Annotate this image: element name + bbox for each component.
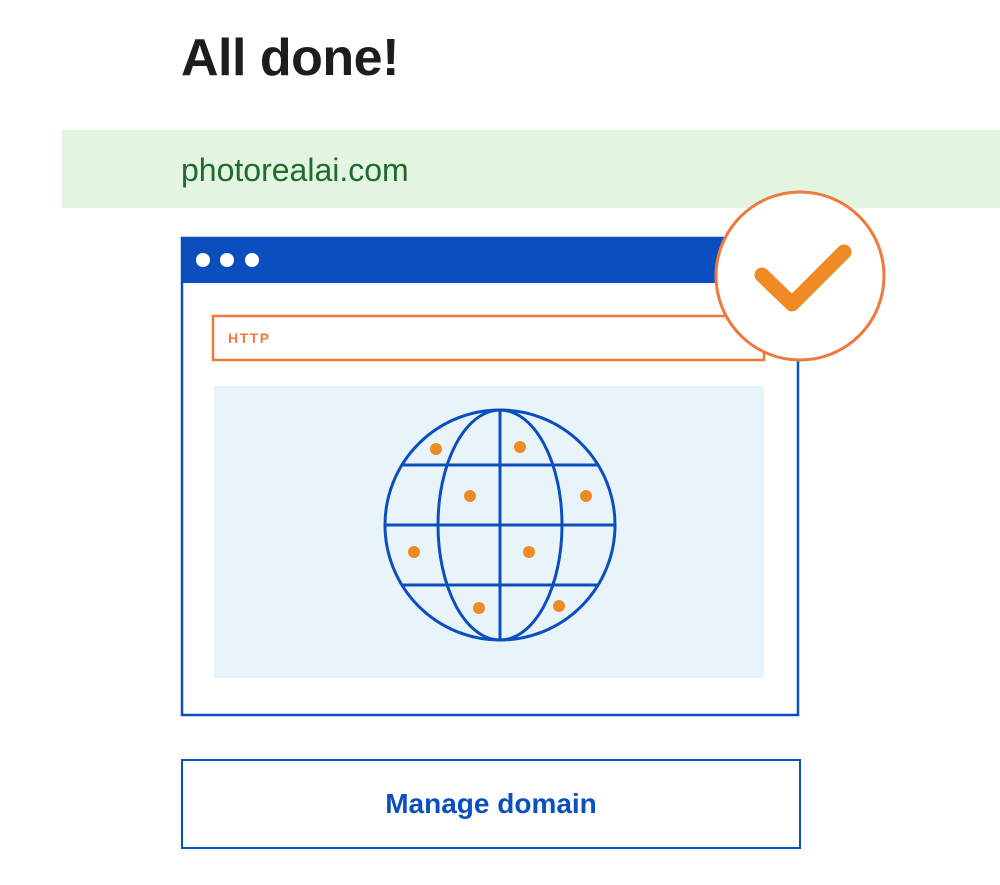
address-bar-label: HTTP bbox=[228, 330, 271, 346]
manage-domain-button[interactable]: Manage domain bbox=[181, 759, 801, 849]
success-badge bbox=[714, 190, 886, 362]
browser-illustration: HTTP bbox=[180, 190, 886, 717]
page: All done! photorealai.com HTTP Manage do… bbox=[0, 0, 1000, 885]
browser-title-bar bbox=[181, 237, 799, 283]
page-title: All done! bbox=[181, 29, 399, 87]
window-dot-icon bbox=[196, 253, 210, 267]
window-dot-icon bbox=[245, 253, 259, 267]
address-bar bbox=[211, 314, 766, 362]
window-dot-icon bbox=[220, 253, 234, 267]
content-area bbox=[214, 386, 764, 678]
globe-icon bbox=[383, 408, 617, 642]
